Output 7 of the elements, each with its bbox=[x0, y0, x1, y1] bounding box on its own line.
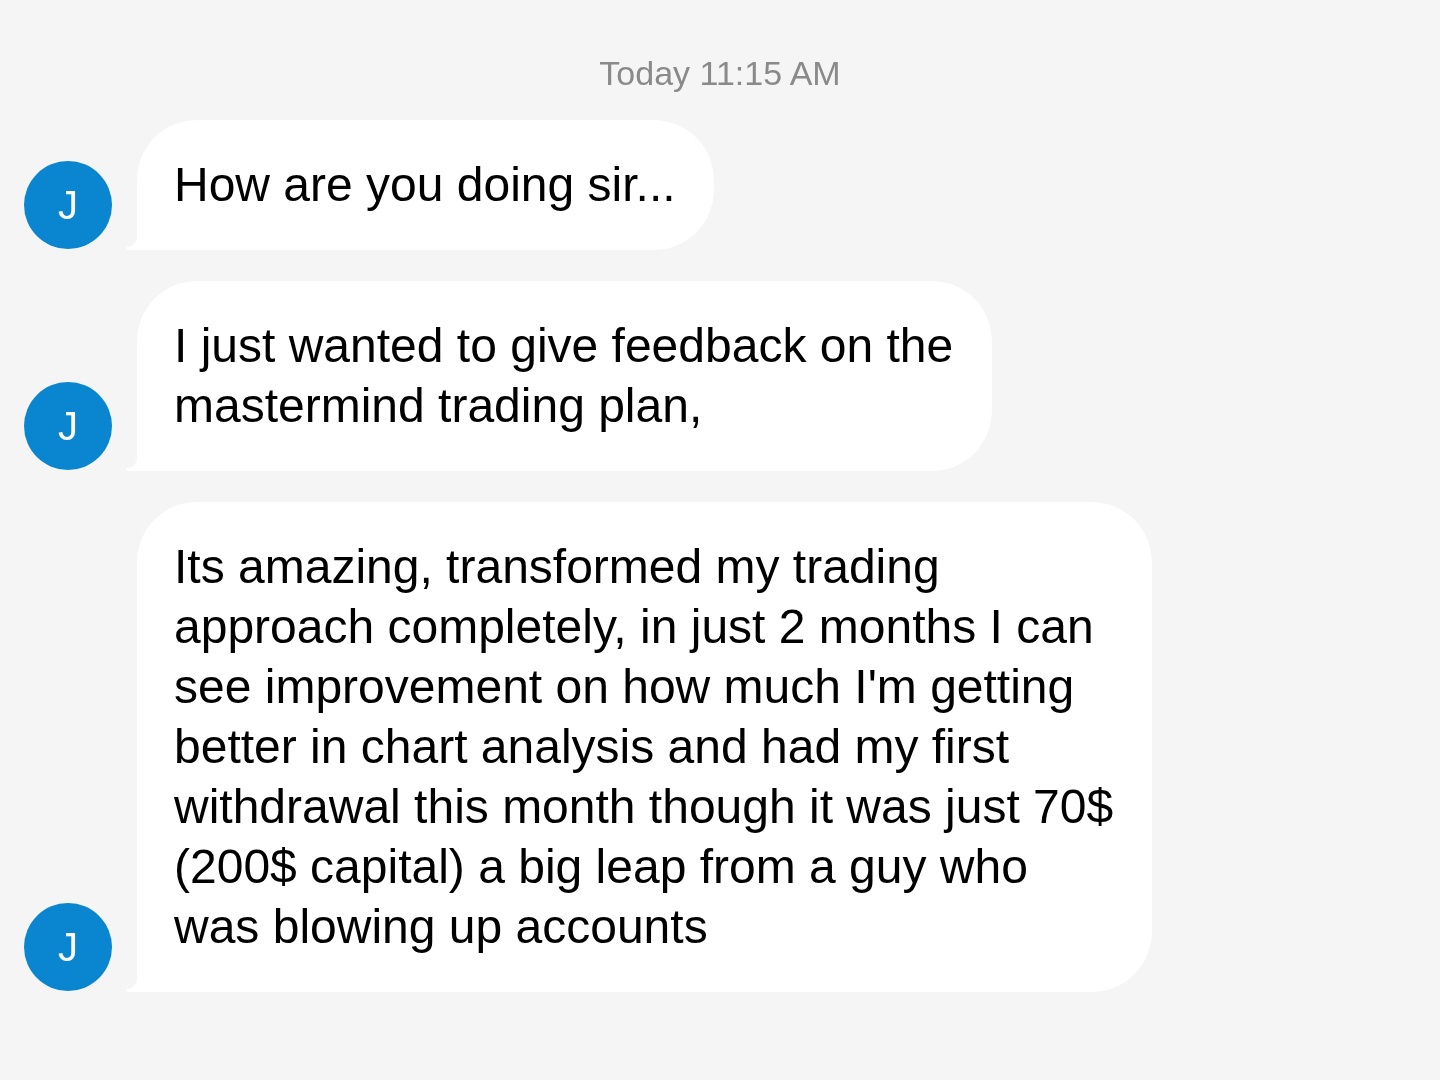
avatar[interactable]: J bbox=[24, 903, 112, 991]
message-text: I just wanted to give feedback on the mastermind trading plan, bbox=[174, 318, 955, 434]
avatar[interactable]: J bbox=[24, 161, 112, 249]
message-text: Its amazing, transformed my trading approach completely, in just 2 months I can see improvement on how much I'm getting better in chart analysis and had my first withdrawal this month though it was just 70$ (200$ capital) a big leap from a guy who was blowing up accounts bbox=[174, 539, 1115, 955]
timestamp: Today 11:15 AM bbox=[599, 53, 841, 93]
message-text: How are you doing sir... bbox=[174, 157, 677, 213]
avatar[interactable]: J bbox=[24, 382, 112, 470]
